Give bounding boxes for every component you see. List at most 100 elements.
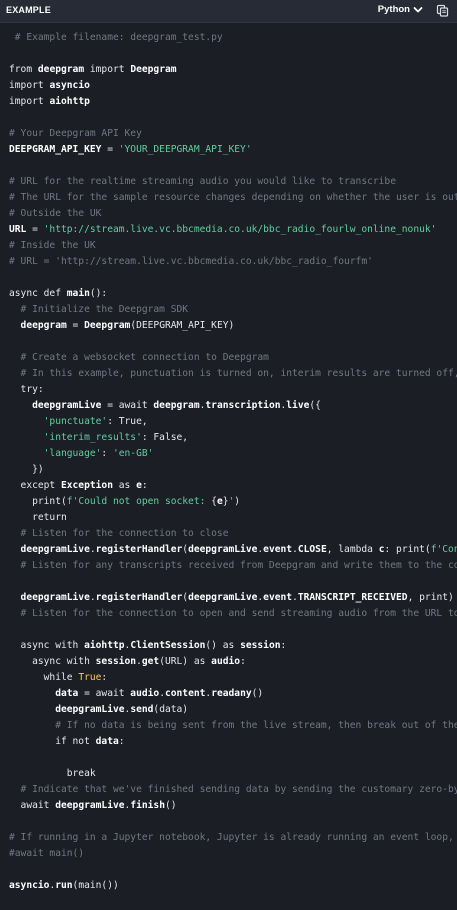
code-token: async with [9,640,85,651]
code-line: }) [9,463,44,477]
code-line: # If no data is being sent from the live… [9,719,457,733]
code-line: data = await audio.content.readany() [9,687,263,701]
code-token: ({ [309,400,321,411]
code-line: deepgramLive.registerHandler(deepgramLiv… [9,543,457,557]
code-token: 'YOUR_DEEPGRAM_API_KEY' [118,144,252,155]
code-token: aiohttp [84,640,125,651]
example-label: EXAMPLE [6,5,51,15]
code-line: # Inside the UK [9,239,96,253]
code-token: print( [9,496,67,507]
code-line: # Your Deepgram API Key [9,127,142,141]
code-line: DEEPGRAM_API_KEY = 'YOUR_DEEPGRAM_API_KE… [9,143,252,157]
code-token: audio [130,688,160,699]
code-token: await [9,800,56,811]
chevron-down-icon [413,6,423,12]
code-token: send [130,704,154,715]
code-line: break [9,767,96,781]
code-line: except Exception as e: [9,479,148,493]
code-token: # Listen for any transcripts received fr… [9,560,457,571]
copy-icon[interactable] [436,4,449,17]
code-token: get [141,656,160,667]
code-line: # URL for the realtime streaming audio y… [9,175,396,189]
code-header: EXAMPLE Python [0,0,457,23]
code-token: = await [101,400,154,411]
code-line: print(f'Could not open socket: {e}') [9,495,240,509]
code-token: run [55,880,73,891]
code-token: registerHandler [95,592,183,603]
code-line: from deepgram import Deepgram [9,63,177,77]
code-line: # In this example, punctuation is turned… [9,367,457,381]
code-token: # Listen for the connection to close [9,528,229,539]
code-token: deepgram [9,320,67,331]
code-token: (DEEPGRAM_API_KEY) [130,320,235,331]
code-token: live [286,400,310,411]
code-line: if not data: [9,735,125,749]
code-token: # URL for the realtime streaming audio y… [9,176,396,187]
code-token: deepgramLive [9,544,90,555]
code-token: finish [130,800,165,811]
code-token: async with [9,656,96,667]
code-token: event [263,544,293,555]
code-token: : [240,656,246,667]
code-token: 'punctuate' [43,416,108,427]
language-selector[interactable]: Python [378,4,423,15]
code-token: asyncio [9,880,50,891]
code-token: deepgramLive [9,592,90,603]
code-token: deepgramLive [9,400,102,411]
code-token: Deepgram [130,64,177,75]
code-token: # Outside the UK [9,208,102,219]
code-token: URL [9,224,27,235]
code-token: transcription [205,400,281,411]
code-line: # Outside the UK [9,207,101,221]
code-line: 'language': 'en-GB' [9,447,154,461]
code-token: deepgramLive [55,800,125,811]
code-token: # Your Deepgram API Key [9,128,142,139]
code-token: deepgramLive [188,592,258,603]
code-line: deepgramLive = await deepgram.transcript… [9,399,321,413]
code-line: return [9,511,67,525]
code-token: # Inside the UK [9,240,96,251]
code-token: = [66,320,85,331]
code-line: # Initialize the Deepgram SDK [9,303,189,317]
code-token: # URL = 'http://stream.live.vc.bbcmedia.… [9,256,373,267]
code-token: (data) [153,704,189,715]
code-token: deepgram [37,64,85,75]
code-token: # Initialize the Deepgram SDK [9,304,189,315]
code-line: deepgram = Deepgram(DEEPGRAM_API_KEY) [9,319,235,333]
code-token: : [118,736,125,747]
code-token: break [9,768,96,779]
code-token: deepgram [153,400,200,411]
code-token: , print) [407,592,454,603]
code-token: # If running in a Jupyter notebook, Jupy… [9,832,457,843]
code-token: = [26,224,44,235]
code-block: # Example filename: deepgram_test.pyfrom… [0,22,457,910]
code-line: # Indicate that we've finished sending d… [9,783,457,797]
code-line: 'punctuate': True, [9,415,148,429]
code-token: () [164,800,177,811]
code-token: () as [205,640,241,651]
code-token: import [84,64,131,75]
code-line: try: [9,383,44,397]
code-token: Exception [60,480,113,491]
code-line: # The URL for the sample resource change… [9,191,457,205]
code-token: # In this example, punctuation is turned… [9,368,457,379]
code-token: : [101,672,108,683]
code-token: deepgramLive [188,544,258,555]
code-line: while True: [9,671,108,685]
code-token: # Create a websocket connection to Deepg… [9,352,269,363]
code-token: except [9,480,61,491]
code-token: # If no data is being sent from the live… [9,720,457,731]
code-line: import aiohttp [9,95,90,109]
code-token: () [251,688,264,699]
code-token: event [263,592,293,603]
code-line: deepgramLive.registerHandler(deepgramLiv… [9,591,454,605]
code-token: # Example filename: deepgram_test.py [9,32,223,43]
code-token: CLOSE [297,544,327,555]
code-line: #await main() [9,847,84,861]
code-line: # Listen for the connection to open and … [9,607,457,621]
code-token: 'language' [43,448,102,459]
code-token: asyncio [49,80,90,91]
code-token: data [95,736,119,747]
code-token: : [141,480,148,491]
